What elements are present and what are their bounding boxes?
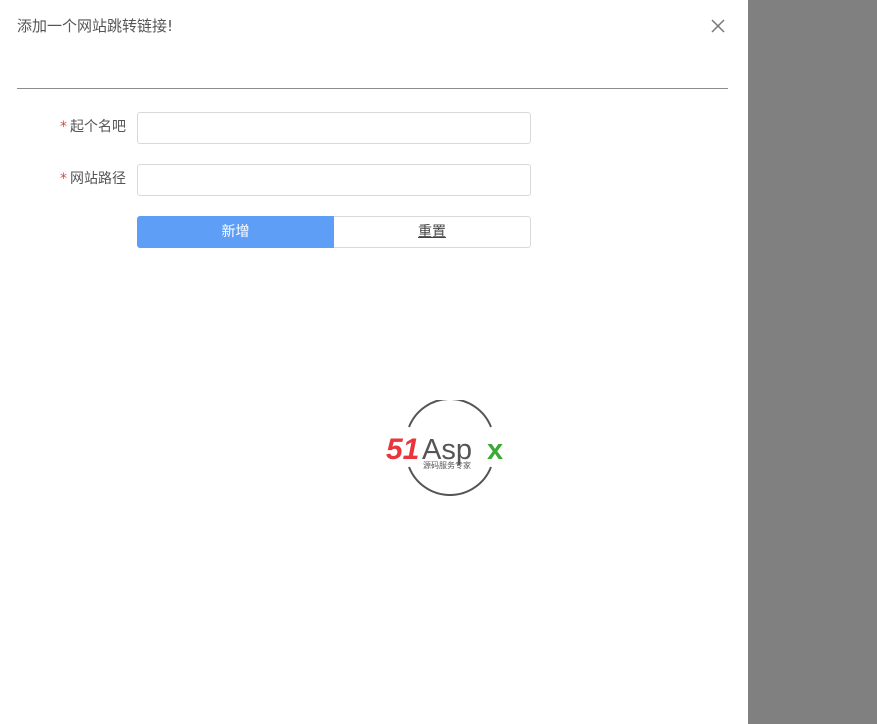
modal-overlay[interactable] bbox=[748, 0, 877, 724]
dialog: 添加一个网站跳转链接! * 起个名吧 * 网站路径 新增 重置 51 Asp x… bbox=[0, 0, 748, 724]
brand-watermark-logo: 51 Asp x 源码服务专家 bbox=[383, 400, 515, 496]
close-icon bbox=[711, 19, 725, 33]
dialog-title: 添加一个网站跳转链接! bbox=[17, 17, 174, 35]
close-button[interactable] bbox=[708, 16, 728, 36]
form-row-path: * 网站路径 bbox=[0, 164, 748, 196]
required-mark: * bbox=[60, 171, 67, 187]
name-label: * 起个名吧 bbox=[0, 112, 126, 144]
reset-button[interactable]: 重置 bbox=[334, 216, 531, 248]
form-row-name: * 起个名吧 bbox=[0, 112, 748, 144]
path-input[interactable] bbox=[137, 164, 531, 196]
viewport: 添加一个网站跳转链接! * 起个名吧 * 网站路径 新增 重置 51 Asp x… bbox=[0, 0, 877, 724]
brand-tagline: 源码服务专家 bbox=[423, 460, 471, 470]
header-divider bbox=[17, 88, 728, 89]
name-input[interactable] bbox=[137, 112, 531, 144]
required-mark: * bbox=[60, 119, 67, 135]
path-label-text: 网站路径 bbox=[70, 171, 126, 187]
path-label: * 网站路径 bbox=[0, 164, 126, 196]
brand-part-3: x bbox=[487, 434, 503, 466]
brand-part-1: 51 bbox=[386, 433, 419, 466]
reset-button-label: 重置 bbox=[418, 224, 446, 240]
name-label-text: 起个名吧 bbox=[70, 119, 126, 135]
add-button[interactable]: 新增 bbox=[137, 216, 334, 248]
